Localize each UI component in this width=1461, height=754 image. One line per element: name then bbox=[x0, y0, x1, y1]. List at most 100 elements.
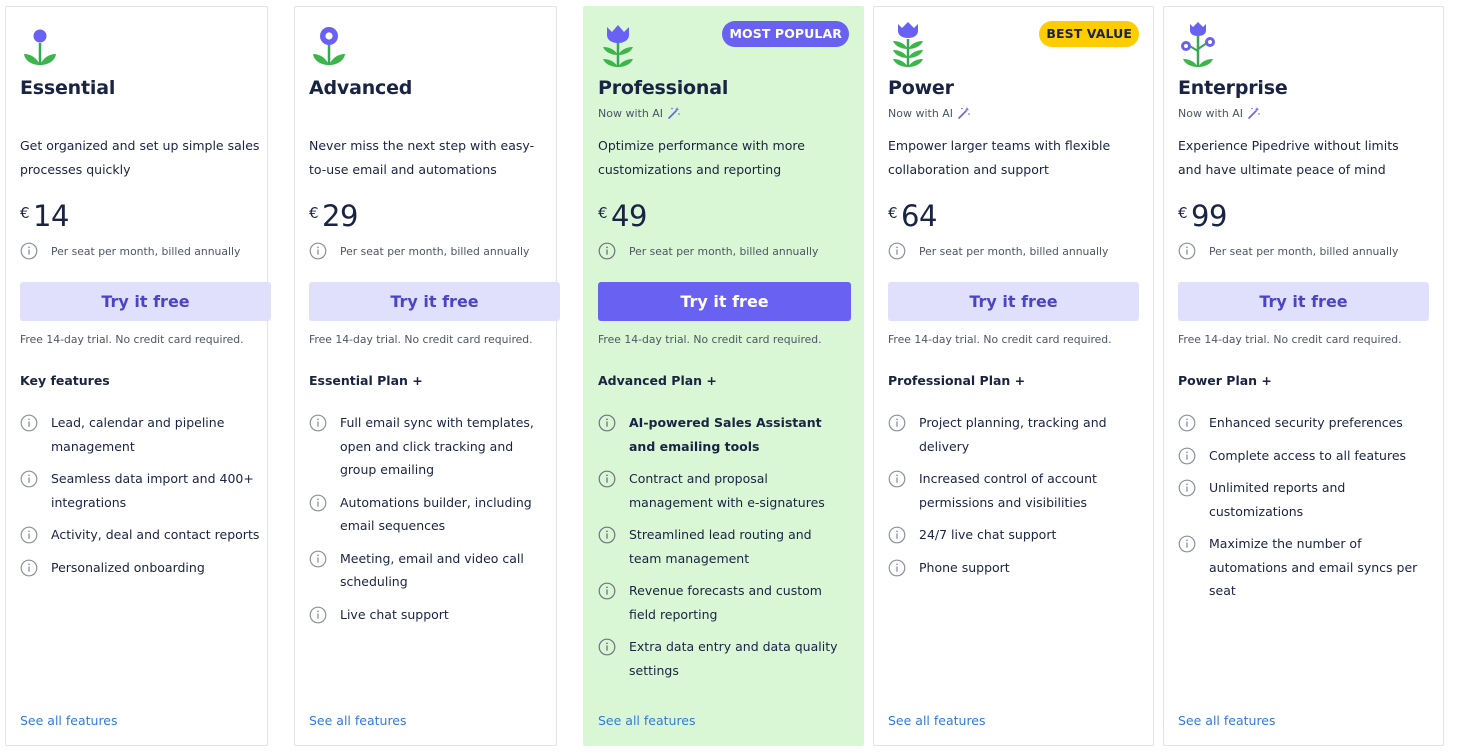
info-icon[interactable] bbox=[1178, 242, 1196, 260]
ai-tag: Now with AI bbox=[598, 106, 681, 120]
feature-text: Revenue forecasts and custom field repor… bbox=[629, 583, 822, 622]
plan-description: Never miss the next step with easy-to-us… bbox=[309, 138, 535, 177]
feature-item: Revenue forecasts and custom field repor… bbox=[598, 579, 842, 626]
info-icon[interactable] bbox=[20, 242, 38, 260]
feature-item: Complete access to all features bbox=[1178, 444, 1422, 468]
trial-note: Free 14-day trial. No credit card requir… bbox=[20, 333, 244, 346]
price-currency: € bbox=[598, 204, 608, 222]
plan-card-advanced: Advanced Never miss the next step with e… bbox=[294, 6, 560, 746]
see-all-features-link[interactable]: See all features bbox=[309, 713, 407, 728]
trial-note: Free 14-day trial. No credit card requir… bbox=[598, 333, 822, 346]
ai-tag: Now with AI bbox=[1178, 106, 1261, 120]
feature-text: AI-powered Sales Assistant and emailing … bbox=[629, 415, 822, 454]
try-it-free-button[interactable]: Try it free bbox=[598, 282, 851, 321]
price-currency: € bbox=[888, 204, 898, 222]
feature-text: Full email sync with templates, open and… bbox=[340, 415, 534, 477]
try-it-free-button[interactable]: Try it free bbox=[20, 282, 271, 321]
info-icon[interactable] bbox=[20, 526, 38, 544]
billing-note: Per seat per month, billed annually bbox=[20, 242, 240, 260]
feature-text: Meeting, email and video call scheduling bbox=[340, 550, 524, 590]
feature-list: AI-powered Sales Assistant and emailing … bbox=[598, 411, 842, 691]
billing-note-text: Per seat per month, billed annually bbox=[1209, 244, 1399, 258]
info-icon[interactable] bbox=[888, 242, 906, 260]
info-icon[interactable] bbox=[309, 414, 327, 432]
plan-name: Enterprise bbox=[1178, 77, 1288, 99]
feature-text: Automations builder, including email seq… bbox=[340, 494, 532, 534]
ai-tag-text: Now with AI bbox=[1178, 106, 1244, 120]
try-it-free-button[interactable]: Try it free bbox=[309, 282, 560, 321]
best-value-badge: BEST VALUE bbox=[1039, 21, 1139, 47]
plan-name: Power bbox=[888, 77, 954, 99]
info-icon[interactable] bbox=[1178, 447, 1196, 465]
see-all-features-link[interactable]: See all features bbox=[888, 713, 986, 728]
see-all-features-link[interactable]: See all features bbox=[1178, 713, 1276, 728]
feature-item: AI-powered Sales Assistant and emailing … bbox=[598, 411, 842, 458]
info-icon[interactable] bbox=[598, 470, 616, 488]
plan-name: Essential bbox=[20, 77, 116, 99]
info-icon[interactable] bbox=[309, 606, 327, 624]
billing-note-text: Per seat per month, billed annually bbox=[919, 244, 1109, 258]
feature-text: Increased control of account permissions… bbox=[919, 471, 1097, 510]
info-icon[interactable] bbox=[598, 526, 616, 544]
features-heading: Essential Plan + bbox=[309, 373, 423, 388]
feature-text: Phone support bbox=[919, 559, 1010, 575]
feature-list: Project planning, tracking and delivery … bbox=[888, 411, 1132, 588]
feature-text: Unlimited reports and customizations bbox=[1209, 480, 1346, 519]
info-icon[interactable] bbox=[1178, 414, 1196, 432]
flower-tulip-icon bbox=[603, 25, 633, 67]
info-icon[interactable] bbox=[1178, 535, 1196, 553]
info-icon[interactable] bbox=[309, 494, 327, 512]
feature-text: Extra data entry and data quality settin… bbox=[629, 639, 838, 678]
feature-list: Full email sync with templates, open and… bbox=[309, 411, 553, 635]
plan-description: Empower larger teams with flexible colla… bbox=[888, 138, 1111, 177]
feature-text: Project planning, tracking and delivery bbox=[919, 415, 1107, 454]
info-icon[interactable] bbox=[1178, 479, 1196, 497]
feature-text: Maximize the number of automations and e… bbox=[1209, 536, 1418, 598]
info-icon[interactable] bbox=[20, 414, 38, 432]
feature-item: Meeting, email and video call scheduling bbox=[309, 547, 553, 594]
flower-bouquet-icon bbox=[1181, 22, 1215, 67]
feature-item: Seamless data import and 400+ integratio… bbox=[20, 467, 264, 514]
try-it-free-button[interactable]: Try it free bbox=[888, 282, 1139, 321]
info-icon[interactable] bbox=[598, 582, 616, 600]
info-icon[interactable] bbox=[20, 559, 38, 577]
price-currency: € bbox=[20, 204, 30, 222]
feature-item: Contract and proposal management with e-… bbox=[598, 467, 842, 514]
info-icon[interactable] bbox=[309, 242, 327, 260]
plan-name: Professional bbox=[598, 77, 729, 99]
magic-wand-icon bbox=[1248, 107, 1260, 119]
info-icon[interactable] bbox=[888, 414, 906, 432]
feature-list: Enhanced security preferences Complete a… bbox=[1178, 411, 1422, 612]
plan-name: Advanced bbox=[309, 77, 413, 99]
see-all-features-link[interactable]: See all features bbox=[598, 713, 696, 728]
feature-text: Streamlined lead routing and team manage… bbox=[629, 527, 812, 566]
info-icon[interactable] bbox=[598, 414, 616, 432]
billing-note: Per seat per month, billed annually bbox=[598, 242, 818, 260]
info-icon[interactable] bbox=[598, 638, 616, 656]
info-icon[interactable] bbox=[888, 470, 906, 488]
feature-text: Contract and proposal management with e-… bbox=[629, 471, 825, 510]
info-icon[interactable] bbox=[20, 470, 38, 488]
feature-text: Seamless data import and 400+ integratio… bbox=[51, 471, 254, 510]
billing-note: Per seat per month, billed annually bbox=[888, 242, 1108, 260]
feature-item: Automations builder, including email seq… bbox=[309, 491, 553, 538]
feature-item: Personalized onboarding bbox=[20, 556, 264, 580]
trial-note: Free 14-day trial. No credit card requir… bbox=[309, 333, 533, 346]
features-heading: Advanced Plan + bbox=[598, 373, 717, 388]
price-amount: 99 bbox=[1191, 199, 1227, 233]
flower-one-bloom-icon bbox=[24, 29, 56, 65]
price-amount: 64 bbox=[901, 199, 937, 233]
info-icon[interactable] bbox=[309, 550, 327, 568]
info-icon[interactable] bbox=[888, 526, 906, 544]
features-heading: Professional Plan + bbox=[888, 373, 1026, 388]
feature-item: Increased control of account permissions… bbox=[888, 467, 1132, 514]
see-all-features-link[interactable]: See all features bbox=[20, 713, 118, 728]
feature-text: Lead, calendar and pipeline management bbox=[51, 415, 225, 454]
info-icon[interactable] bbox=[888, 559, 906, 577]
try-it-free-button[interactable]: Try it free bbox=[1178, 282, 1429, 321]
feature-item: Live chat support bbox=[309, 603, 553, 627]
feature-item: Lead, calendar and pipeline management bbox=[20, 411, 264, 458]
flower-tall-tulip-icon bbox=[893, 22, 923, 67]
info-icon[interactable] bbox=[598, 242, 616, 260]
feature-text: 24/7 live chat support bbox=[919, 527, 1057, 542]
